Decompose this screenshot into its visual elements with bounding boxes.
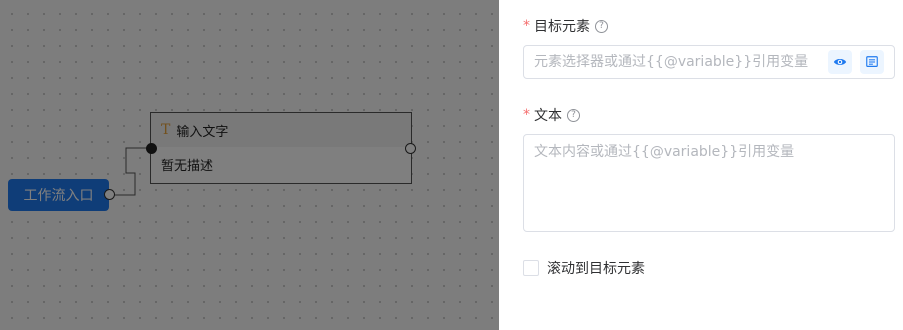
scroll-to-target-label[interactable]: 滚动到目标元素: [547, 258, 645, 278]
drawer-mask-overlay[interactable]: [0, 0, 499, 330]
text-label: * 文本 ?: [523, 105, 580, 125]
text-content-textarea[interactable]: [523, 134, 895, 232]
target-element-input[interactable]: [534, 54, 820, 70]
eye-icon: [833, 59, 847, 65]
required-mark: *: [523, 18, 530, 34]
target-element-label-text: 目标元素: [534, 19, 590, 35]
preview-element-button[interactable]: [828, 50, 852, 74]
required-mark: *: [523, 107, 530, 123]
scroll-to-target-checkbox[interactable]: [523, 260, 539, 276]
element-picker-icon: [866, 56, 878, 67]
text-label-text: 文本: [534, 108, 562, 124]
help-icon[interactable]: ?: [595, 19, 608, 33]
pick-element-button[interactable]: [860, 50, 884, 74]
target-element-label: * 目标元素 ?: [523, 16, 608, 36]
target-element-field: [523, 45, 895, 79]
scroll-to-target-option[interactable]: 滚动到目标元素: [523, 258, 645, 278]
node-settings-drawer: * 目标元素 ? * 文本 ? 滚动到目标元素: [499, 0, 903, 330]
help-icon[interactable]: ?: [567, 108, 580, 122]
